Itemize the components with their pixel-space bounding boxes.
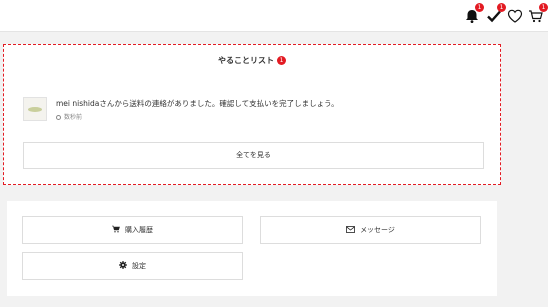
- settings-label: 設定: [132, 262, 146, 270]
- gear-icon: [119, 261, 127, 269]
- purchase-history-label: 購入履歴: [125, 226, 153, 234]
- todo-list-card: やることリスト 1 mei nishidaさんから送料の連絡がありました。確認して…: [3, 44, 501, 185]
- todo-count-badge: 1: [277, 56, 286, 65]
- purchase-history-button[interactable]: 購入履歴: [22, 216, 243, 244]
- cart-badge: 1: [539, 3, 548, 12]
- mypage-menu: 購入履歴 メッセージ 設定: [7, 201, 497, 296]
- todo-list-title-text: やることリスト: [218, 56, 274, 65]
- heart-icon: [505, 6, 525, 26]
- messages-button[interactable]: メッセージ: [260, 216, 481, 244]
- timestamp-text: 数秒前: [64, 114, 83, 121]
- todo-timestamp: 数秒前: [56, 112, 82, 121]
- todo-button[interactable]: 1: [484, 3, 506, 26]
- favorites-button[interactable]: [505, 6, 525, 26]
- cart-icon: [112, 225, 120, 233]
- item-image: [28, 107, 42, 112]
- settings-button[interactable]: 設定: [22, 252, 243, 280]
- envelope-icon: [346, 226, 355, 233]
- clock-icon: [56, 115, 61, 120]
- messages-label: メッセージ: [360, 226, 395, 234]
- view-all-button[interactable]: 全てを見る: [23, 142, 484, 169]
- todo-message[interactable]: mei nishidaさんから送料の連絡がありました。確認して支払いを完了しまし…: [56, 98, 339, 109]
- notification-badge: 1: [475, 3, 484, 12]
- top-header: 1 1 1: [0, 0, 548, 32]
- item-thumbnail[interactable]: [23, 97, 47, 121]
- todo-list-title: やることリスト 1: [4, 55, 500, 66]
- cart-button[interactable]: 1: [526, 3, 548, 26]
- notifications-button[interactable]: 1: [462, 3, 484, 26]
